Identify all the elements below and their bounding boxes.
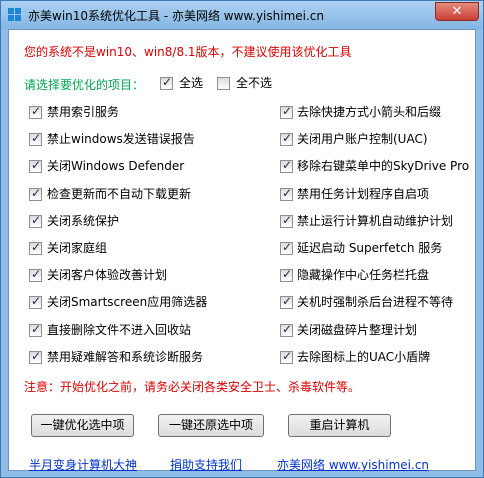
system-warning: 您的系统不是win10、win8/8.1版本，不建议使用该优化工具 — [24, 45, 352, 59]
option-checkbox-right-10[interactable] — [280, 349, 293, 364]
link-donate[interactable]: 捐助支持我们 — [170, 456, 242, 473]
option-checkbox-left-6[interactable] — [29, 240, 42, 255]
option-label-left-2[interactable]: 禁止windows发送错误报告 — [47, 132, 195, 146]
select-none-label[interactable]: 全不选 — [236, 76, 272, 90]
option-label-left-6[interactable]: 关闭家庭组 — [47, 241, 107, 255]
option-label-right-7[interactable]: 隐藏操作中心任务栏托盘 — [297, 268, 429, 282]
option-checkbox-left-7[interactable] — [29, 267, 42, 282]
option-checkbox-right-1[interactable] — [280, 104, 293, 119]
option-checkbox-left-3[interactable] — [29, 158, 42, 173]
option-checkbox-right-4[interactable] — [280, 186, 293, 201]
option-checkbox-left-1[interactable] — [29, 104, 42, 119]
option-label-right-8[interactable]: 关机时强制杀后台进程不等待 — [297, 295, 453, 309]
option-label-right-10[interactable]: 去除图标上的UAC小盾牌 — [297, 350, 430, 364]
app-window: 亦美win10系统优化工具 - 亦美网络 www.yishimei.cn ✕ — [0, 0, 484, 478]
option-label-left-1[interactable]: 禁用索引服务 — [47, 105, 119, 119]
option-checkbox-right-2[interactable] — [280, 131, 293, 146]
option-label-left-8[interactable]: 关闭Smartscreen应用筛选器 — [47, 295, 207, 309]
select-none-checkbox[interactable] — [217, 77, 230, 90]
option-checkbox-left-9[interactable] — [29, 322, 42, 337]
select-all-checkbox[interactable] — [160, 75, 173, 90]
option-label-left-7[interactable]: 关闭客户体验改善计划 — [47, 268, 167, 282]
option-label-left-5[interactable]: 关闭系统保护 — [47, 214, 119, 228]
restore-selected-button[interactable]: 一键还原选中项 — [158, 414, 264, 437]
option-label-right-9[interactable]: 关闭磁盘碎片整理计划 — [297, 323, 417, 337]
option-label-right-2[interactable]: 关闭用户账户控制(UAC) — [297, 132, 428, 146]
link-yishimei[interactable]: 亦美网络 www.yishimei.cn — [277, 456, 429, 473]
option-label-right-6[interactable]: 延迟启动 Superfetch 服务 — [297, 241, 442, 255]
title-bar[interactable]: 亦美win10系统优化工具 - 亦美网络 www.yishimei.cn ✕ — [1, 1, 483, 29]
option-label-right-5[interactable]: 禁止运行计算机自动维护计划 — [297, 214, 453, 228]
option-label-left-9[interactable]: 直接删除文件不进入回收站 — [47, 323, 191, 337]
link-become-expert[interactable]: 半月变身计算机大神 — [29, 456, 137, 473]
select-all-label[interactable]: 全选 — [179, 76, 203, 90]
windows-logo-icon — [8, 8, 22, 22]
caution-note: 注意：开始优化之前，请务必关闭各类安全卫士、杀毒软件等。 — [24, 380, 361, 394]
option-checkbox-right-7[interactable] — [280, 267, 293, 282]
option-checkbox-left-10[interactable] — [29, 349, 42, 364]
option-checkbox-left-5[interactable] — [29, 213, 42, 228]
option-checkbox-right-6[interactable] — [280, 240, 293, 255]
option-checkbox-right-9[interactable] — [280, 322, 293, 337]
window-title: 亦美win10系统优化工具 - 亦美网络 www.yishimei.cn — [28, 9, 325, 23]
close-button[interactable]: ✕ — [435, 2, 479, 21]
optimize-selected-button[interactable]: 一键优化选中项 — [31, 414, 134, 437]
option-checkbox-left-4[interactable] — [29, 186, 42, 201]
option-checkbox-left-8[interactable] — [29, 294, 42, 309]
option-checkbox-right-5[interactable] — [280, 213, 293, 228]
select-items-label: 请选择要优化的项目： — [24, 78, 145, 92]
option-checkbox-left-2[interactable] — [29, 131, 42, 146]
option-label-right-1[interactable]: 去除快捷方式小箭头和后缀 — [297, 105, 441, 119]
restart-computer-button[interactable]: 重启计算机 — [288, 414, 391, 437]
option-label-left-10[interactable]: 禁用疑难解答和系统诊断服务 — [47, 350, 203, 364]
option-label-right-4[interactable]: 禁用任务计划程序自启项 — [297, 187, 429, 201]
option-label-right-3[interactable]: 移除右键菜单中的SkyDrive Pro — [297, 159, 469, 173]
option-label-left-4[interactable]: 检查更新而不自动下载更新 — [47, 187, 191, 201]
option-label-left-3[interactable]: 关闭Windows Defender — [47, 159, 184, 173]
option-checkbox-right-8[interactable] — [280, 294, 293, 309]
option-checkbox-right-3[interactable] — [280, 158, 293, 173]
